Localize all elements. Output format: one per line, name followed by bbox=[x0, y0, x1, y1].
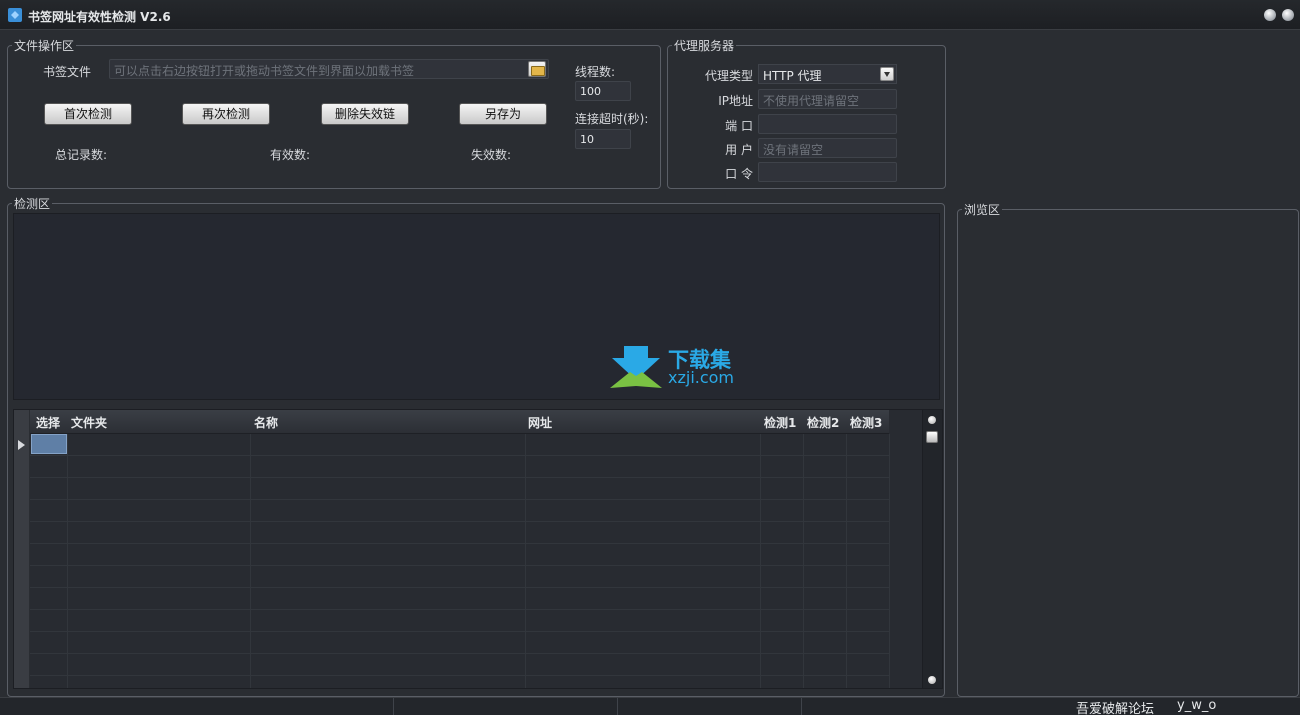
results-table[interactable]: 选择 文件夹 名称 网址 检测1 检测2 检测3 bbox=[13, 409, 943, 689]
col-select[interactable]: 选择 bbox=[36, 414, 60, 431]
table-row[interactable] bbox=[14, 676, 889, 688]
user-label: 用 户 bbox=[725, 143, 753, 157]
col-check3[interactable]: 检测3 bbox=[850, 414, 882, 431]
ip-input[interactable]: 不使用代理请留空 bbox=[758, 89, 897, 109]
col-check1[interactable]: 检测1 bbox=[764, 414, 796, 431]
status-segment bbox=[0, 698, 394, 715]
delete-invalid-button[interactable]: 删除失效链 bbox=[321, 103, 409, 125]
status-bar: 吾爱破解论坛 y_w_o bbox=[0, 697, 1300, 715]
table-row[interactable] bbox=[14, 632, 889, 654]
row-header[interactable] bbox=[14, 588, 30, 610]
recheck-button[interactable]: 再次检测 bbox=[182, 103, 270, 125]
password-label: 口 令 bbox=[725, 167, 753, 181]
table-row[interactable] bbox=[14, 434, 889, 456]
threads-label: 线程数: bbox=[575, 65, 616, 79]
col-check2[interactable]: 检测2 bbox=[807, 414, 839, 431]
table-row[interactable] bbox=[14, 456, 889, 478]
first-check-button[interactable]: 首次检测 bbox=[44, 103, 132, 125]
table-row[interactable] bbox=[14, 522, 889, 544]
proxy-type-label: 代理类型 bbox=[704, 69, 753, 83]
table-row[interactable] bbox=[14, 588, 889, 610]
user-input[interactable]: 没有请留空 bbox=[758, 138, 897, 158]
row-header[interactable] bbox=[14, 676, 30, 688]
table-row[interactable] bbox=[14, 654, 889, 676]
browse-group: 浏览区 bbox=[957, 201, 1299, 697]
bookmark-file-label: 书签文件 bbox=[43, 65, 92, 79]
timeout-input[interactable]: 10 bbox=[575, 129, 631, 149]
bookmark-file-input[interactable]: 可以点击右边按钮打开或拖动书签文件到界面以加载书签 bbox=[109, 59, 549, 79]
table-row[interactable] bbox=[14, 478, 889, 500]
author-label: y_w_o bbox=[1177, 698, 1217, 713]
app-icon bbox=[8, 8, 22, 22]
file-ops-legend: 文件操作区 bbox=[14, 39, 75, 53]
row-header[interactable] bbox=[14, 478, 30, 500]
invalid-count-label: 失效数: bbox=[471, 148, 512, 162]
port-input[interactable] bbox=[758, 114, 897, 134]
watermark-url: xzji.com bbox=[668, 368, 735, 387]
table-row[interactable] bbox=[14, 566, 889, 588]
col-name[interactable]: 名称 bbox=[254, 414, 278, 431]
header-corner bbox=[14, 410, 30, 434]
proxy-legend: 代理服务器 bbox=[674, 39, 735, 53]
detect-legend: 检测区 bbox=[14, 197, 51, 211]
save-as-button[interactable]: 另存为 bbox=[459, 103, 547, 125]
row-header[interactable] bbox=[14, 544, 30, 566]
row-header[interactable] bbox=[14, 610, 30, 632]
ip-label: IP地址 bbox=[718, 94, 753, 108]
timeout-label: 连接超时(秒): bbox=[575, 112, 649, 126]
col-url[interactable]: 网址 bbox=[528, 414, 552, 431]
scroll-down-icon[interactable] bbox=[928, 676, 936, 684]
chevron-down-icon[interactable] bbox=[880, 67, 894, 81]
proxy-type-value: HTTP 代理 bbox=[763, 69, 822, 83]
row-header[interactable] bbox=[14, 500, 30, 522]
minimize-icon[interactable] bbox=[1264, 9, 1276, 21]
row-header[interactable] bbox=[14, 632, 30, 654]
threads-input[interactable]: 100 bbox=[575, 81, 631, 101]
col-divider bbox=[889, 434, 890, 688]
watermark: 下载集 xzji.com bbox=[610, 344, 760, 392]
current-row-icon bbox=[18, 440, 25, 450]
status-segment bbox=[618, 698, 802, 715]
row-header[interactable] bbox=[14, 434, 30, 456]
password-input[interactable] bbox=[758, 162, 897, 182]
close-icon[interactable] bbox=[1282, 9, 1294, 21]
port-label: 端 口 bbox=[725, 119, 753, 133]
selected-cell[interactable] bbox=[31, 434, 67, 454]
folder-icon[interactable] bbox=[528, 61, 546, 77]
col-folder[interactable]: 文件夹 bbox=[71, 414, 107, 431]
row-header[interactable] bbox=[14, 522, 30, 544]
scroll-thumb[interactable] bbox=[926, 431, 938, 443]
table-row[interactable] bbox=[14, 544, 889, 566]
row-header[interactable] bbox=[14, 654, 30, 676]
row-header[interactable] bbox=[14, 566, 30, 588]
scroll-up-icon[interactable] bbox=[928, 416, 936, 424]
detect-log-panel bbox=[13, 213, 940, 400]
status-segment bbox=[394, 698, 618, 715]
browse-legend: 浏览区 bbox=[964, 203, 1001, 217]
valid-count-label: 有效数: bbox=[270, 148, 311, 162]
table-row[interactable] bbox=[14, 610, 889, 632]
vertical-scrollbar[interactable] bbox=[922, 410, 942, 688]
download-logo-icon bbox=[610, 346, 662, 388]
total-count-label: 总记录数: bbox=[55, 148, 108, 162]
forum-label: 吾爱破解论坛 bbox=[1076, 702, 1155, 715]
table-header: 选择 文件夹 名称 网址 检测1 检测2 检测3 bbox=[14, 410, 889, 434]
row-header[interactable] bbox=[14, 456, 30, 478]
table-row[interactable] bbox=[14, 500, 889, 522]
window-title: 书签网址有效性检测 V2.6 bbox=[28, 10, 171, 24]
proxy-type-select[interactable]: HTTP 代理 bbox=[758, 64, 897, 84]
title-bar: 书签网址有效性检测 V2.6 bbox=[0, 0, 1300, 30]
